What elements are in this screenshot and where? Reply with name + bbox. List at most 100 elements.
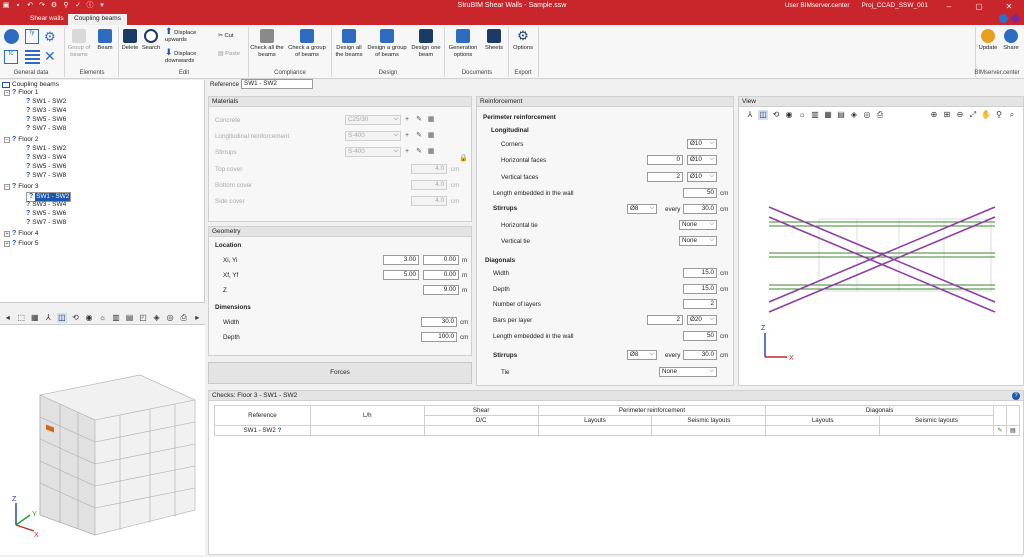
light-icon[interactable]: ☼	[797, 110, 807, 120]
tree-floor-2[interactable]: –? Floor 2	[4, 136, 39, 143]
expand-icon[interactable]: +	[4, 230, 10, 237]
vertical-faces-select[interactable]: Ø10	[687, 172, 717, 182]
edit-icon[interactable]: ✎	[415, 132, 423, 140]
col-shear[interactable]: Shear	[423, 405, 539, 416]
horizontal-tie-select[interactable]: None	[679, 220, 717, 230]
tree-floor-4[interactable]: +? Floor 4	[4, 230, 39, 237]
search-button[interactable]: Search	[141, 29, 161, 52]
rotate-icon[interactable]: ⟲	[771, 110, 781, 120]
visibility-icon[interactable]: ◎	[165, 313, 175, 323]
minimize-button[interactable]: –	[934, 0, 964, 13]
close-button[interactable]: ✕	[994, 0, 1024, 13]
collapse-icon[interactable]: –	[4, 183, 10, 190]
tree-floor-5[interactable]: +? Floor 5	[4, 240, 39, 247]
col-perimeter-layouts[interactable]: Layouts	[537, 415, 653, 426]
diagonal-width-input[interactable]: 15.0	[683, 268, 717, 278]
check-all-beams-button[interactable]: Check all the beams	[250, 29, 284, 58]
xi-input[interactable]: 3.00	[383, 255, 419, 265]
cube-icon[interactable]: ◈	[849, 110, 859, 120]
delete-button[interactable]: Delete	[120, 29, 140, 52]
update-button[interactable]: Update	[977, 29, 999, 52]
front-view-icon[interactable]: ◫	[57, 313, 67, 323]
front-view-icon[interactable]: ◫	[758, 110, 768, 120]
vertical-faces-count[interactable]: 2	[647, 172, 683, 182]
prev-icon[interactable]: ◂	[3, 313, 13, 323]
horizontal-faces-select[interactable]: Ø10	[687, 155, 717, 165]
bottom-cover-input[interactable]: 4.0	[411, 180, 447, 190]
cube-icon[interactable]: ◈	[152, 313, 162, 323]
depth-input[interactable]: 100.0	[421, 332, 457, 342]
table-icon[interactable]: ▤	[125, 313, 135, 323]
splitter[interactable]	[0, 302, 205, 311]
bimserver-icon[interactable]	[1010, 13, 1021, 24]
tree-floor-1[interactable]: –? Floor 1	[4, 89, 39, 96]
tab-shear-walls[interactable]: Shear walls	[24, 14, 70, 25]
edit-icon[interactable]: ✎	[415, 116, 423, 124]
col-perimeter-seismic[interactable]: Seismic layouts	[651, 415, 767, 426]
user-label[interactable]: User BIMserver.center	[785, 2, 850, 9]
light-icon[interactable]: ☼	[98, 313, 108, 323]
visibility-icon[interactable]: ◎	[862, 110, 872, 120]
stirrups-spacing-input[interactable]: 30.0	[683, 204, 717, 214]
yi-input[interactable]: 0.00	[423, 255, 459, 265]
tree-floor-3[interactable]: –? Floor 3	[4, 183, 39, 190]
bars-diameter-select[interactable]: Ø20	[687, 315, 717, 325]
vertical-tie-select[interactable]: None	[679, 236, 717, 246]
yf-input[interactable]: 0.00	[423, 270, 459, 280]
grid-icon[interactable]: ▥	[111, 313, 121, 323]
col-diagonals[interactable]: Diagonals	[765, 405, 994, 416]
add-icon[interactable]: +	[403, 132, 411, 140]
report-icon[interactable]: ▤	[1005, 425, 1021, 436]
fit-icon[interactable]: ⌕	[1007, 110, 1017, 120]
rotate-icon[interactable]: ⟲	[71, 313, 81, 323]
tie-select[interactable]: None	[659, 367, 717, 377]
sheets-button[interactable]: Sheets	[482, 29, 506, 52]
diagonal-depth-input[interactable]: 15.0	[683, 284, 717, 294]
views-icon[interactable]: ▦	[30, 313, 40, 323]
paste-button[interactable]: ▤ Paste	[218, 51, 246, 58]
stirrups-diameter-select[interactable]: Ø8	[627, 204, 657, 214]
forces-button[interactable]: Forces	[208, 362, 472, 384]
zoom-in-icon[interactable]: ⊕	[929, 110, 939, 120]
col-perimeter[interactable]: Perimeter reinforcement	[537, 405, 767, 416]
tree-beam[interactable]: ? SW1 - SW2	[26, 145, 66, 152]
check-group-beams-button[interactable]: Check a group of beams	[285, 29, 329, 58]
zoom-icon[interactable]: ⚲	[994, 110, 1004, 120]
stirrups-select[interactable]: S-400	[345, 147, 401, 157]
tree-beam[interactable]: ? SW3 - SW4	[26, 107, 66, 114]
table-icon[interactable]: ▦	[823, 110, 833, 120]
layers-input[interactable]: 2	[683, 299, 717, 309]
col-dc[interactable]: D/C	[423, 415, 539, 426]
collapse-icon[interactable]: –	[4, 136, 10, 143]
view-3d-icon[interactable]: ⬚	[17, 313, 27, 323]
tree-beam[interactable]: ? SW7 - SW8	[26, 125, 66, 132]
add-icon[interactable]: +	[403, 148, 411, 156]
table-icon[interactable]: ▦	[427, 116, 435, 124]
generation-options-button[interactable]: Generation options	[446, 29, 480, 58]
tree-beam[interactable]: ? SW3 - SW4	[26, 154, 66, 161]
axes-icon[interactable]: ⅄	[745, 110, 755, 120]
project-label[interactable]: Proj_CCAD_SSW_001	[862, 2, 928, 9]
expand-icon[interactable]: +	[4, 240, 10, 247]
add-icon[interactable]: +	[403, 116, 411, 124]
fc-icon[interactable]: fc	[4, 50, 18, 64]
concrete-select[interactable]: C25/30	[345, 115, 401, 125]
tree-beam[interactable]: ? SW7 - SW8	[26, 172, 66, 179]
zoom-extents-icon[interactable]: ⤢	[968, 110, 978, 120]
reference-input[interactable]: SW1 - SW2	[241, 79, 313, 89]
print-icon[interactable]: ⎙	[875, 110, 885, 120]
design-one-beam-button[interactable]: Design one beam	[410, 29, 442, 58]
design-group-beams-button[interactable]: Design a group of beams	[366, 29, 408, 58]
displace-upwards-button[interactable]: ⬆ Displace upwards	[165, 27, 213, 43]
longitudinal-select[interactable]: S-400	[345, 131, 401, 141]
displace-downwards-button[interactable]: ⬇ Displace downwards	[165, 48, 213, 64]
axes-icon[interactable]: ⅄	[44, 313, 54, 323]
tree-beam[interactable]: ? SW5 - SW6	[26, 210, 66, 217]
tree-beam[interactable]: ? SW1 - SW2	[26, 98, 66, 105]
options-button[interactable]: ⚙ Options	[510, 29, 536, 52]
box-icon[interactable]: ◰	[138, 313, 148, 323]
col-reference[interactable]: Reference	[214, 405, 311, 426]
top-cover-input[interactable]: 4.0	[411, 164, 447, 174]
zoom-out-icon[interactable]: ⊖	[955, 110, 965, 120]
gear-icon[interactable]: ⚙	[44, 29, 59, 44]
